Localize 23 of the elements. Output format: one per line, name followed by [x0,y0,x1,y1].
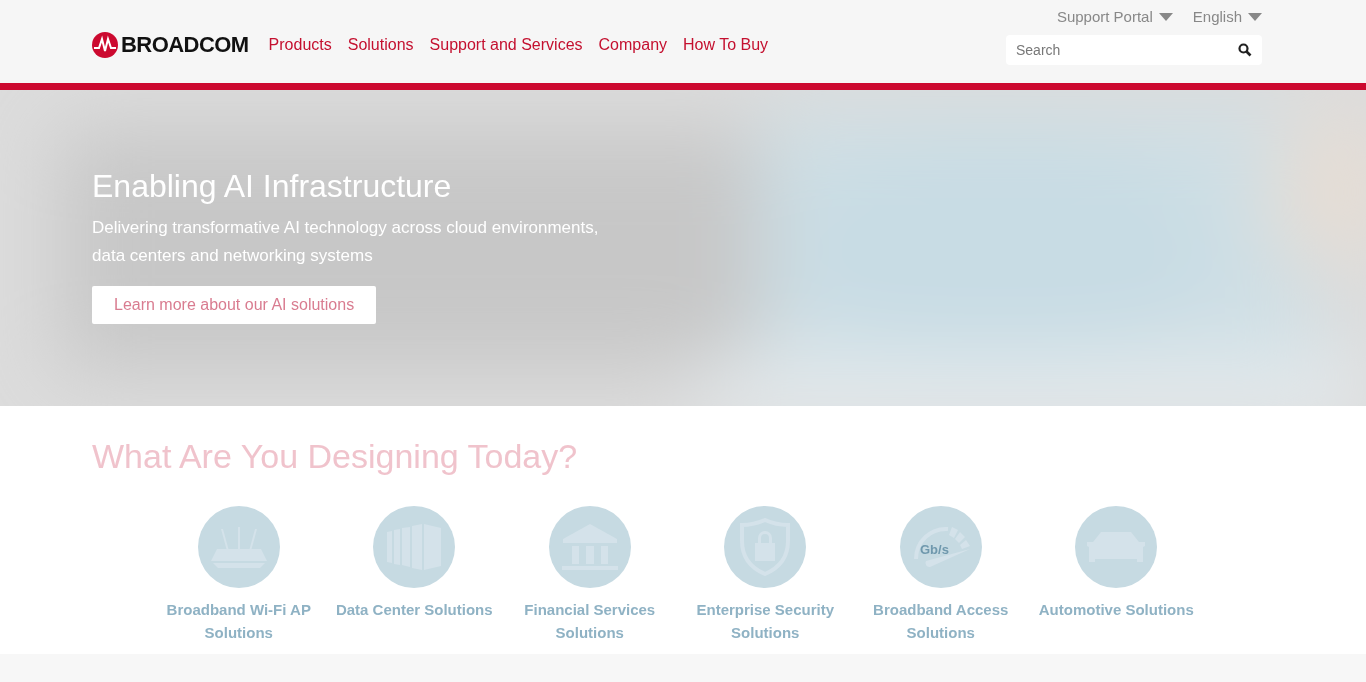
nav-link[interactable]: Company [592,32,674,57]
category-link[interactable]: Financial Services Solutions [502,598,678,644]
speed-label: Gb/s [919,542,949,557]
nav-link[interactable]: Solutions [341,32,420,57]
category-link[interactable]: Broadband Access Solutions [853,598,1029,644]
search-field[interactable]: Search [1006,34,1262,65]
logo-wordmark: BROADCOM [121,31,249,59]
category-link[interactable]: Broadband Wi-Fi AP Solutions [151,598,327,644]
dropdown-link[interactable]: Support Portal [1056,6,1173,29]
nav-link[interactable]: Support and Services [423,32,589,57]
caret-icon [1158,13,1173,22]
category-link[interactable]: Data Center Solutions [326,598,502,621]
caret-icon [1248,13,1262,22]
learn-more-button[interactable]: Learn more about our AI solutions [92,286,377,324]
shield-lock-icon [740,518,791,576]
section-heading: What Are You Designing Today? [91,436,579,476]
nav-link[interactable]: Products [262,32,338,57]
dropdown-link[interactable]: English [1192,6,1262,29]
nav-link[interactable]: How To Buy [677,32,775,57]
logo-icon [92,31,118,58]
category-link[interactable]: Automotive Solutions [1028,598,1204,621]
category-link[interactable]: Enterprise Security Solutions [677,598,853,644]
search-icon[interactable] [1238,42,1252,57]
